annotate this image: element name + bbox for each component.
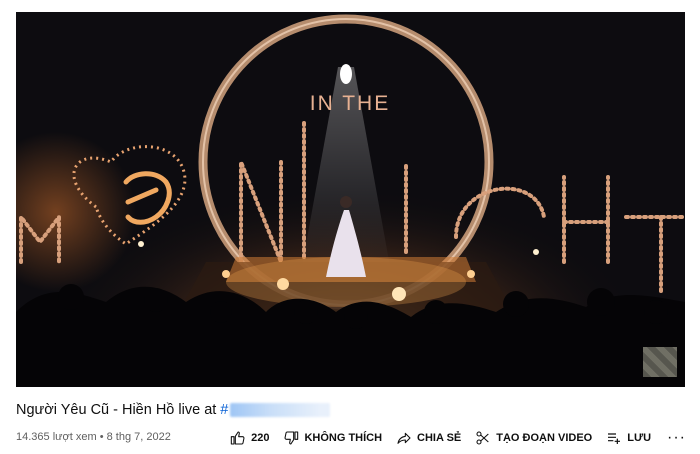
- video-meta: 14.365 lượt xem • 8 thg 7, 2022: [16, 431, 171, 443]
- view-count: 14.365 lượt xem: [16, 431, 97, 443]
- playlist-add-icon: [608, 433, 621, 444]
- thumbs-up-icon: [230, 431, 245, 445]
- save-label: LƯU: [627, 432, 652, 444]
- video-title-hashtag[interactable]: #: [220, 402, 228, 418]
- share-label: CHIA SẺ: [417, 432, 462, 444]
- dislike-button[interactable]: KHÔNG THÍCH: [283, 430, 382, 446]
- redacted-hashtag: [230, 403, 331, 417]
- meta-separator: •: [99, 431, 107, 443]
- video-player[interactable]: IN THE: [16, 12, 685, 387]
- video-title-text: Người Yêu Cũ - Hiền Hồ live at: [16, 402, 217, 418]
- dislike-label: KHÔNG THÍCH: [304, 432, 383, 444]
- video-frame: IN THE: [16, 12, 685, 387]
- scissors-icon: [476, 431, 489, 445]
- thumbs-down-icon: [284, 431, 299, 445]
- like-count: 220: [251, 432, 270, 444]
- action-bar: 220 KHÔNG THÍCH CHIA SẺ TẠO ĐOẠN VIDEO L…: [216, 426, 686, 450]
- clip-button[interactable]: TẠO ĐOẠN VIDEO: [475, 430, 592, 446]
- clip-label: TẠO ĐOẠN VIDEO: [496, 432, 593, 444]
- share-button[interactable]: CHIA SẺ: [396, 430, 461, 446]
- more-actions-button[interactable]: ···: [667, 430, 686, 446]
- save-button[interactable]: LƯU: [606, 430, 651, 446]
- pixelated-overlay: [643, 347, 677, 377]
- stage-sign-top: IN THE: [310, 92, 390, 115]
- share-arrow-icon: [397, 432, 411, 444]
- like-button[interactable]: 220: [230, 430, 269, 446]
- video-title: Người Yêu Cũ - Hiền Hồ live at #: [16, 402, 331, 418]
- upload-date: 8 thg 7, 2022: [106, 431, 171, 443]
